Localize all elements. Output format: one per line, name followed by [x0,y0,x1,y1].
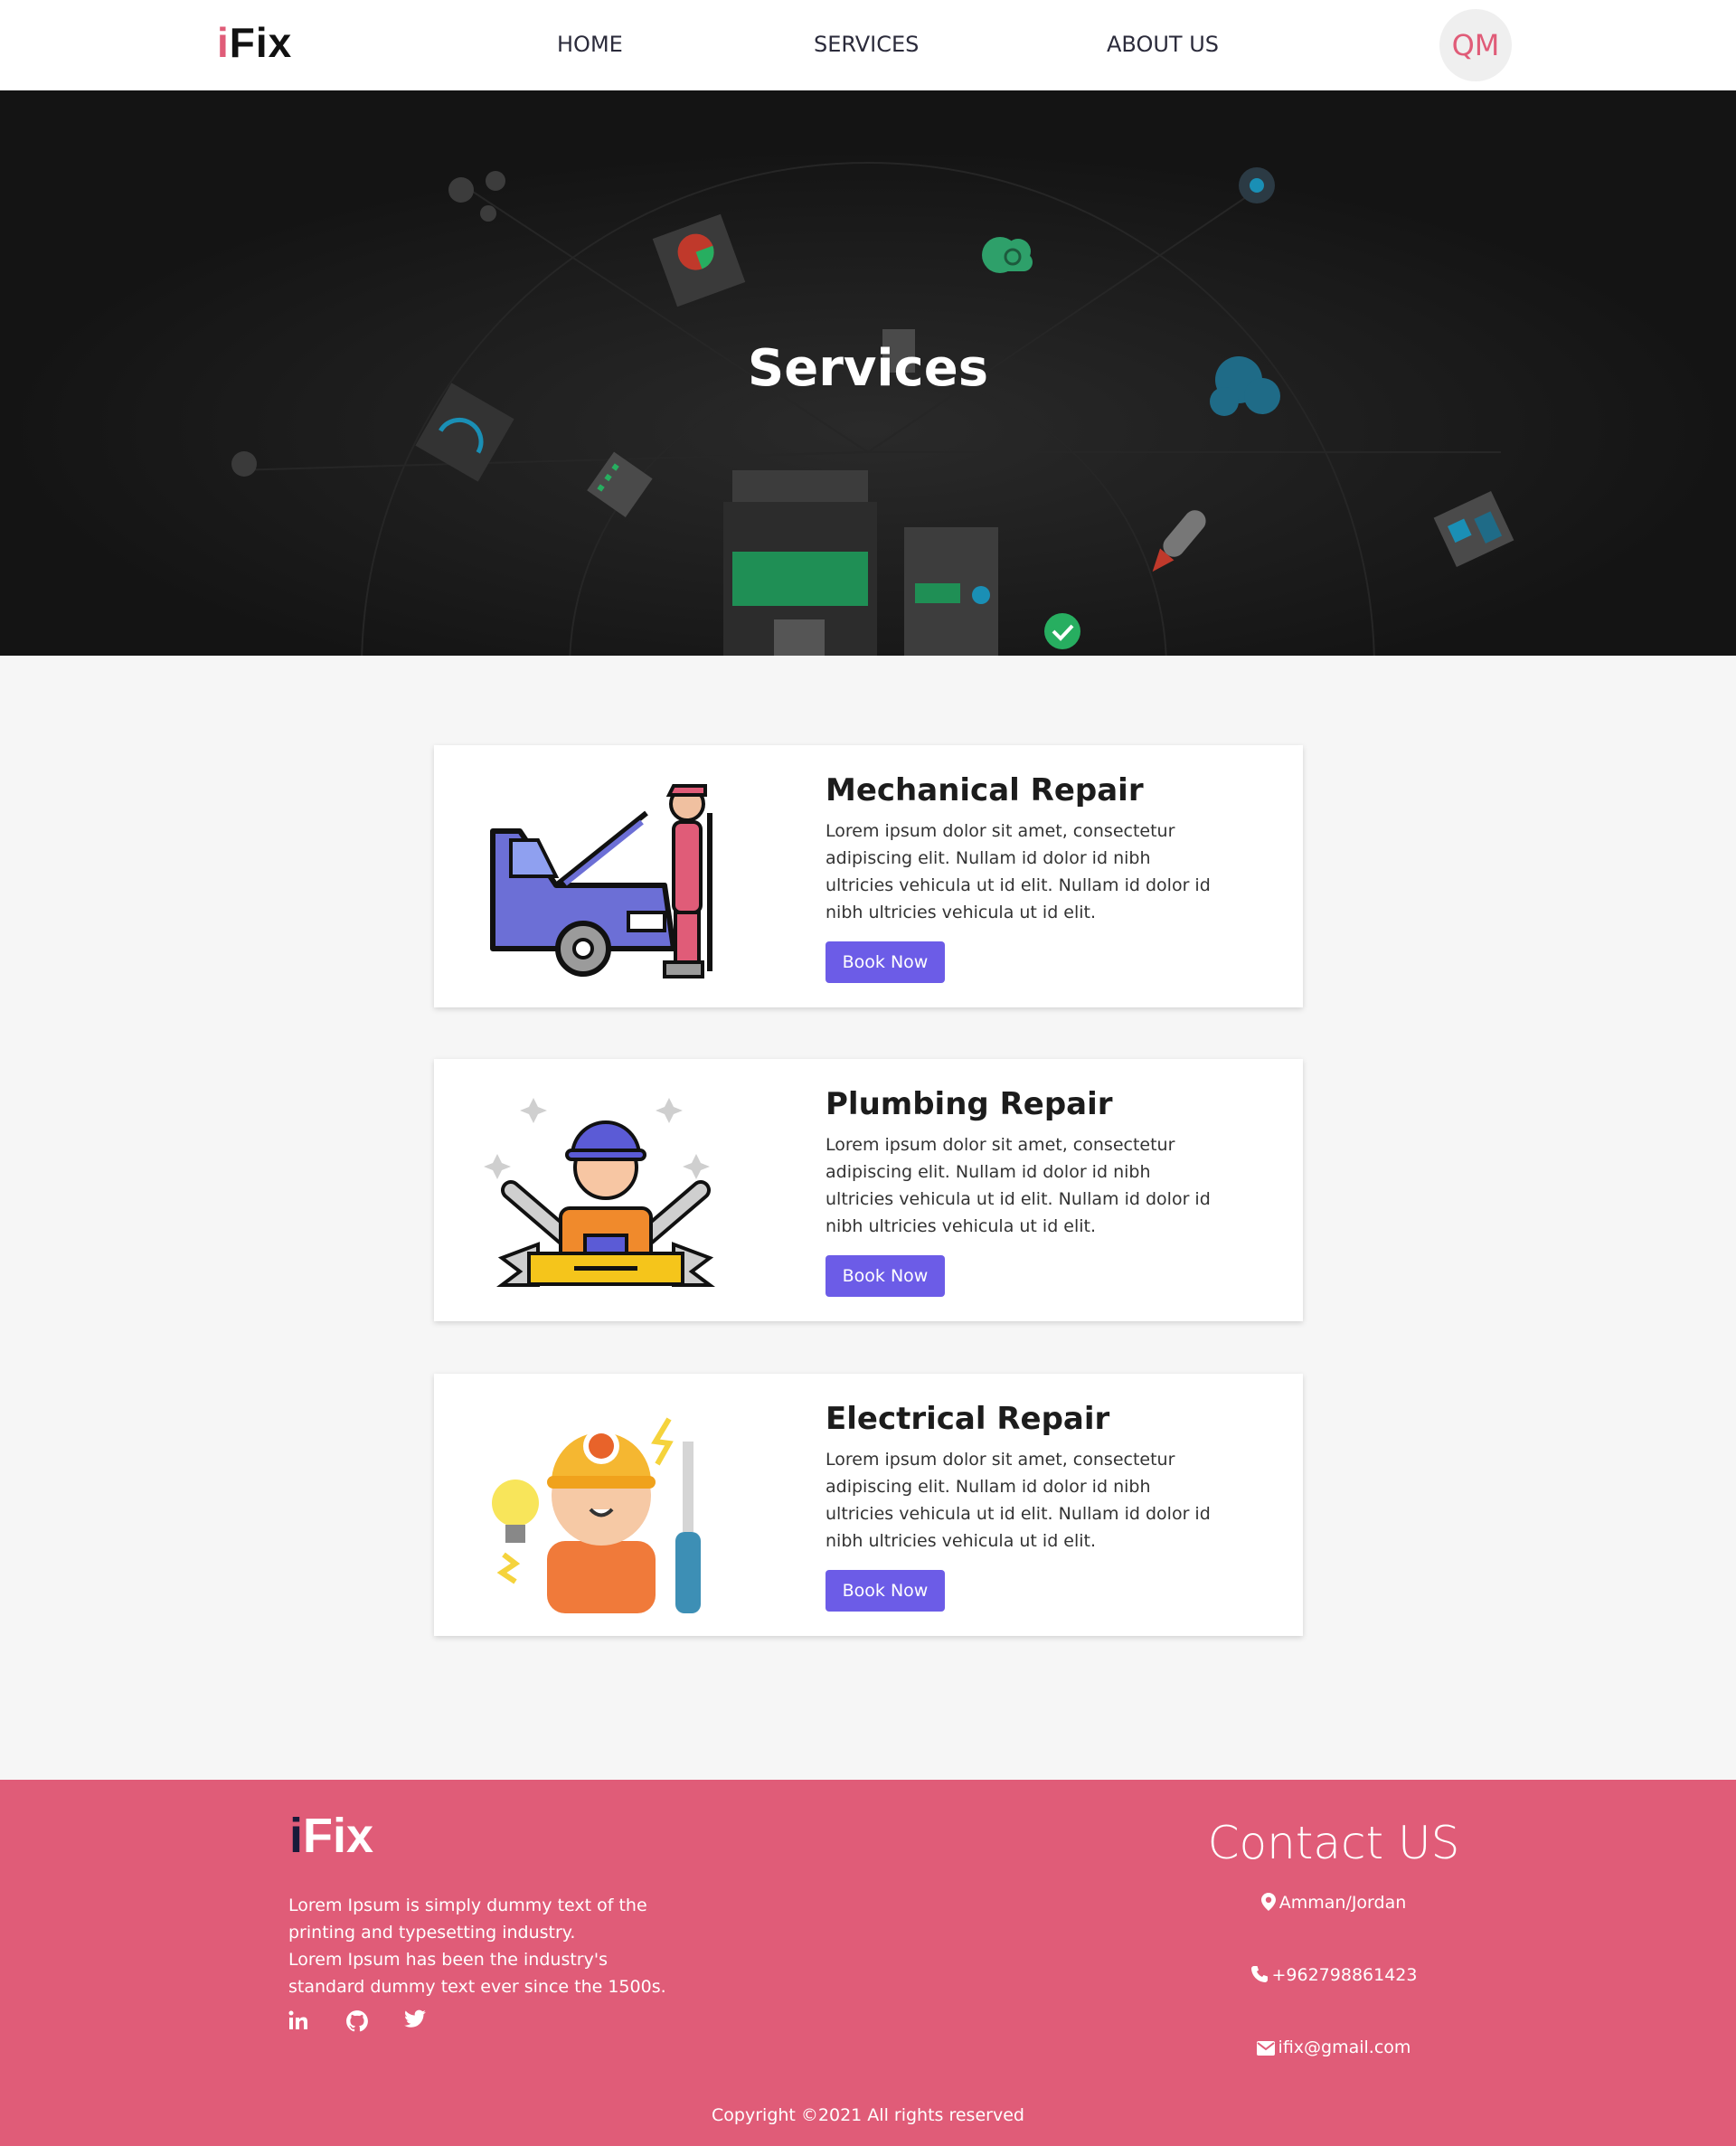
brand-logo[interactable]: iFix [217,20,316,65]
contact-title: Contact US [1207,1817,1460,1869]
service-title: Mechanical Repair [826,772,1144,808]
service-description: Lorem ipsum dolor sit amet, consectetur … [826,1135,1211,1236]
service-card-electrical: Electrical Repair Lorem ipsum dolor sit … [434,1374,1303,1636]
plumber-illustration [484,1098,715,1287]
service-card-plumbing: Plumbing Repair Lorem ipsum dolor sit am… [434,1059,1303,1321]
book-now-button[interactable]: Book Now [826,1255,945,1297]
github-icon[interactable] [345,2009,369,2033]
phone-icon [1250,1966,1268,1982]
envelope-icon [1256,2041,1275,2056]
contact-email-text[interactable]: ifix@gmail.com [1278,2037,1411,2057]
service-title: Plumbing Repair [826,1086,1113,1122]
footer-logo[interactable]: iFix [289,1809,407,1863]
nav-home-link[interactable]: HOME [557,31,623,58]
service-description: Lorem ipsum dolor sit amet, consectetur … [826,1450,1211,1551]
contact-phone-text[interactable]: +962798861423 [1272,1965,1418,1985]
footer: iFix Lorem Ipsum is simply dummy text of… [0,1780,1736,2146]
contact-phone: +962798861423 [1157,1962,1510,1988]
electrician-illustration [492,1417,701,1613]
nav-services-link[interactable]: SERVICES [814,31,919,58]
contact-address-text: Amman/Jordan [1278,1893,1407,1913]
logo-text: Fix [229,19,293,66]
footer-about-text: Lorem Ipsum is simply dummy text of the … [288,1892,668,2000]
user-avatar[interactable]: QM [1439,9,1512,81]
hero-banner: Services [0,90,1736,656]
contact-email: ifix@gmail.com [1157,2035,1510,2060]
copyright-text: Copyright ©2021 All rights reserved [712,2105,1024,2125]
book-now-button[interactable]: Book Now [826,1570,945,1612]
service-title: Electrical Repair [826,1401,1110,1437]
footer-about-line-2: Lorem Ipsum has been the industry's stan… [288,1950,666,1997]
book-now-button[interactable]: Book Now [826,941,945,983]
service-description: Lorem ipsum dolor sit amet, consectetur … [826,821,1211,922]
page-title: Services [747,339,989,398]
twitter-icon[interactable] [403,2009,427,2031]
service-card-mechanical: Mechanical Repair Lorem ipsum dolor sit … [434,745,1303,1007]
footer-logo-text: Fix [303,1809,374,1863]
location-pin-icon [1260,1893,1276,1911]
contact-address: Amman/Jordan [1157,1890,1510,1915]
footer-logo-i: i [289,1809,304,1863]
navbar: iFix HOME SERVICES ABOUT US QM [0,0,1736,90]
linkedin-icon[interactable] [288,2009,309,2031]
nav-about-link[interactable]: ABOUT US [1107,31,1219,58]
footer-about-line-1: Lorem Ipsum is simply dummy text of the … [288,1895,647,1943]
car-mechanic-illustration [490,784,712,978]
logo-i: i [217,19,230,66]
